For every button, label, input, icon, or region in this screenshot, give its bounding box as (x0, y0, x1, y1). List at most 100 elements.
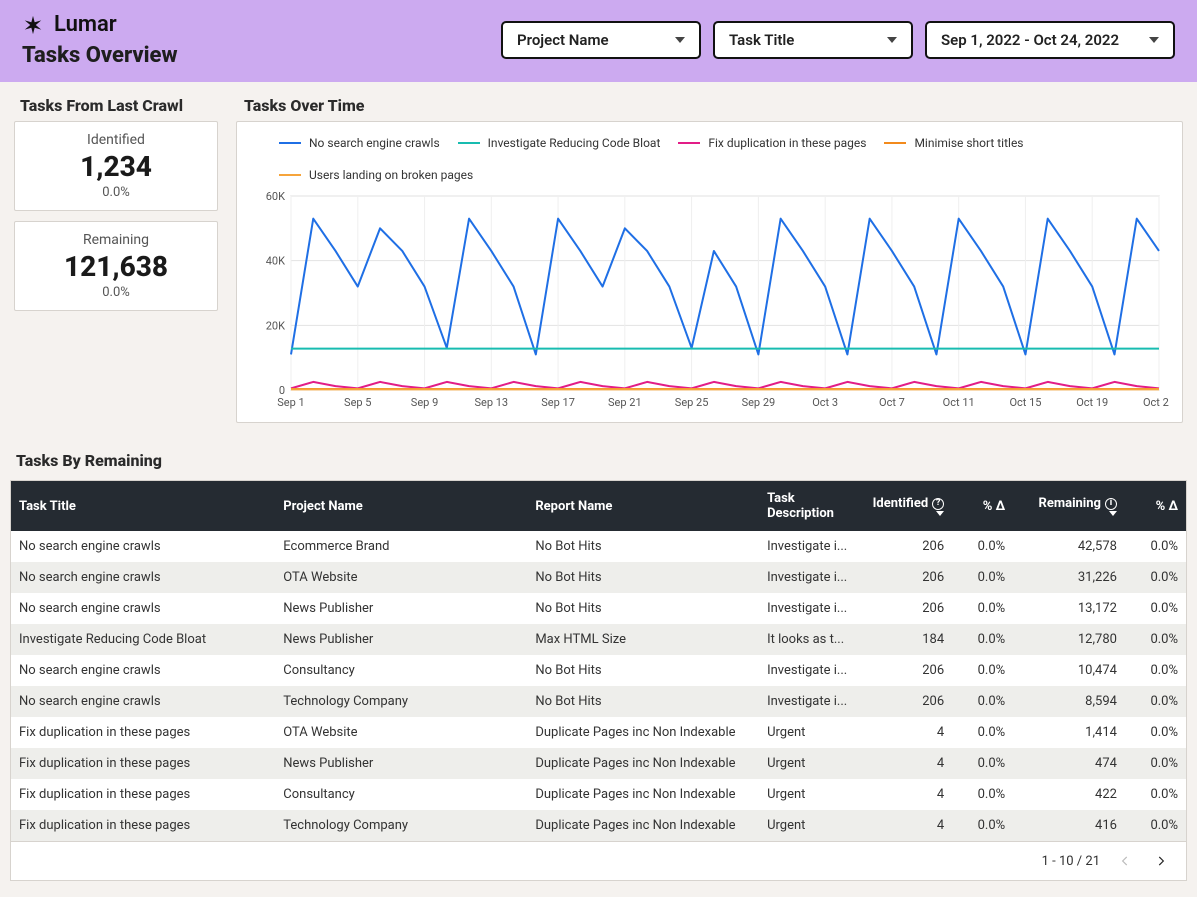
table-cell: 0.0% (952, 593, 1013, 624)
tasks-table-head: Task Title Project Name Report Name Task… (11, 481, 1186, 531)
section-titles-row: Tasks From Last Crawl Tasks Over Time (0, 82, 1197, 115)
kpi-column: Identified 1,234 0.0% Remaining 121,638 … (14, 121, 218, 423)
page-header: Lumar Tasks Overview Project Name Task T… (0, 0, 1197, 82)
table-cell: Urgent (759, 779, 861, 810)
col-identified[interactable]: Identified ? (861, 481, 952, 531)
col-remaining-label: Remaining (1039, 496, 1101, 511)
svg-text:Oct 19: Oct 19 (1076, 396, 1108, 409)
table-cell: OTA Website (275, 562, 527, 593)
table-row[interactable]: No search engine crawlsTechnology Compan… (11, 686, 1186, 717)
table-row[interactable]: No search engine crawlsNews PublisherNo … (11, 593, 1186, 624)
table-cell: 0.0% (952, 779, 1013, 810)
table-cell: No Bot Hits (527, 686, 759, 717)
help-icon: ? (932, 498, 944, 510)
table-cell: Investigate i... (759, 562, 861, 593)
page-title: Tasks Overview (22, 43, 178, 68)
table-cell: News Publisher (275, 748, 527, 779)
legend-label: Fix duplication in these pages (708, 136, 866, 150)
table-row[interactable]: Fix duplication in these pagesConsultanc… (11, 779, 1186, 810)
table-cell: Consultancy (275, 779, 527, 810)
table-cell: 0.0% (952, 686, 1013, 717)
table-cell: Technology Company (275, 810, 527, 841)
project-name-dropdown[interactable]: Project Name (501, 21, 701, 59)
col-task-description[interactable]: Task Description (759, 481, 861, 531)
table-cell: No search engine crawls (11, 593, 275, 624)
table-row[interactable]: Fix duplication in these pagesTechnology… (11, 810, 1186, 841)
legend-label: Users landing on broken pages (309, 168, 473, 182)
table-cell: Fix duplication in these pages (11, 748, 275, 779)
table-cell: 206 (861, 531, 952, 562)
kpi-remaining: Remaining 121,638 0.0% (14, 221, 218, 311)
col-task-title[interactable]: Task Title (11, 481, 275, 531)
table-cell: Ecommerce Brand (275, 531, 527, 562)
filters-group: Project Name Task Title Sep 1, 2022 - Oc… (501, 21, 1175, 59)
section-title-last-crawl: Tasks From Last Crawl (20, 96, 224, 115)
table-cell: Consultancy (275, 655, 527, 686)
svg-text:Oct 3: Oct 3 (812, 396, 838, 409)
chevron-left-icon (1118, 854, 1132, 868)
table-cell: 0.0% (1125, 779, 1186, 810)
sort-descending-icon (936, 511, 944, 516)
table-cell: Technology Company (275, 686, 527, 717)
pager-prev-button[interactable] (1114, 850, 1136, 872)
tasks-table: Task Title Project Name Report Name Task… (11, 481, 1186, 841)
col-report-name[interactable]: Report Name (527, 481, 759, 531)
table-row[interactable]: Fix duplication in these pagesOTA Websit… (11, 717, 1186, 748)
table-cell: Fix duplication in these pages (11, 779, 275, 810)
kpi-identified-value: 1,234 (23, 150, 209, 183)
svg-text:Oct 15: Oct 15 (1009, 396, 1041, 409)
table-cell: 31,226 (1013, 562, 1125, 593)
legend-swatch (458, 142, 480, 144)
col-identified-delta[interactable]: % Δ (952, 481, 1013, 531)
lumar-logo-icon (22, 14, 44, 36)
sort-descending-icon (1109, 511, 1117, 516)
col-remaining-delta[interactable]: % Δ (1125, 481, 1186, 531)
table-cell: Investigate i... (759, 531, 861, 562)
svg-text:Sep 1: Sep 1 (277, 396, 304, 409)
legend-item[interactable]: Fix duplication in these pages (678, 136, 866, 150)
line-chart-svg: 020K40K60KSep 1Sep 5Sep 9Sep 13Sep 17Sep… (249, 188, 1169, 418)
date-range-dropdown[interactable]: Sep 1, 2022 - Oct 24, 2022 (925, 21, 1175, 59)
legend-item[interactable]: Users landing on broken pages (279, 168, 473, 182)
table-row[interactable]: Fix duplication in these pagesNews Publi… (11, 748, 1186, 779)
svg-text:20K: 20K (266, 319, 285, 332)
table-cell: No Bot Hits (527, 562, 759, 593)
table-cell: 10,474 (1013, 655, 1125, 686)
legend-item[interactable]: No search engine crawls (279, 136, 440, 150)
svg-text:Sep 21: Sep 21 (608, 396, 642, 409)
table-cell: 0.0% (1125, 655, 1186, 686)
legend-item[interactable]: Investigate Reducing Code Bloat (458, 136, 661, 150)
table-cell: No search engine crawls (11, 531, 275, 562)
table-cell: 416 (1013, 810, 1125, 841)
table-cell: 422 (1013, 779, 1125, 810)
svg-text:Sep 29: Sep 29 (742, 396, 776, 409)
chevron-down-icon (1149, 37, 1159, 43)
col-remaining[interactable]: Remaining i (1013, 481, 1125, 531)
kpi-remaining-value: 121,638 (23, 250, 209, 283)
legend-label: Investigate Reducing Code Bloat (488, 136, 661, 150)
chart-legend: No search engine crawls Investigate Reduc… (249, 134, 1170, 188)
svg-text:Oct 11: Oct 11 (943, 396, 975, 409)
table-cell: Duplicate Pages inc Non Indexable (527, 748, 759, 779)
col-remaining-delta-label: % Δ (1156, 499, 1178, 514)
table-cell: No search engine crawls (11, 686, 275, 717)
table-cell: Fix duplication in these pages (11, 717, 275, 748)
table-row[interactable]: No search engine crawlsOTA WebsiteNo Bot… (11, 562, 1186, 593)
table-row[interactable]: No search engine crawlsEcommerce BrandNo… (11, 531, 1186, 562)
legend-item[interactable]: Minimise short titles (884, 136, 1023, 150)
svg-text:Oct 7: Oct 7 (879, 396, 905, 409)
task-title-dropdown[interactable]: Task Title (713, 21, 913, 59)
svg-text:Oct 23: Oct 23 (1143, 396, 1169, 409)
table-cell: 0.0% (952, 748, 1013, 779)
date-range-dropdown-label: Sep 1, 2022 - Oct 24, 2022 (941, 31, 1119, 49)
pager-next-button[interactable] (1150, 850, 1172, 872)
table-row[interactable]: Investigate Reducing Code BloatNews Publ… (11, 624, 1186, 655)
table-cell: Duplicate Pages inc Non Indexable (527, 810, 759, 841)
col-project-name[interactable]: Project Name (275, 481, 527, 531)
pager-range: 1 - 10 / 21 (1042, 854, 1100, 869)
task-title-dropdown-label: Task Title (729, 31, 794, 49)
table-cell: 184 (861, 624, 952, 655)
table-row[interactable]: No search engine crawlsConsultancyNo Bot… (11, 655, 1186, 686)
table-cell: Fix duplication in these pages (11, 810, 275, 841)
info-icon: i (1105, 498, 1117, 510)
